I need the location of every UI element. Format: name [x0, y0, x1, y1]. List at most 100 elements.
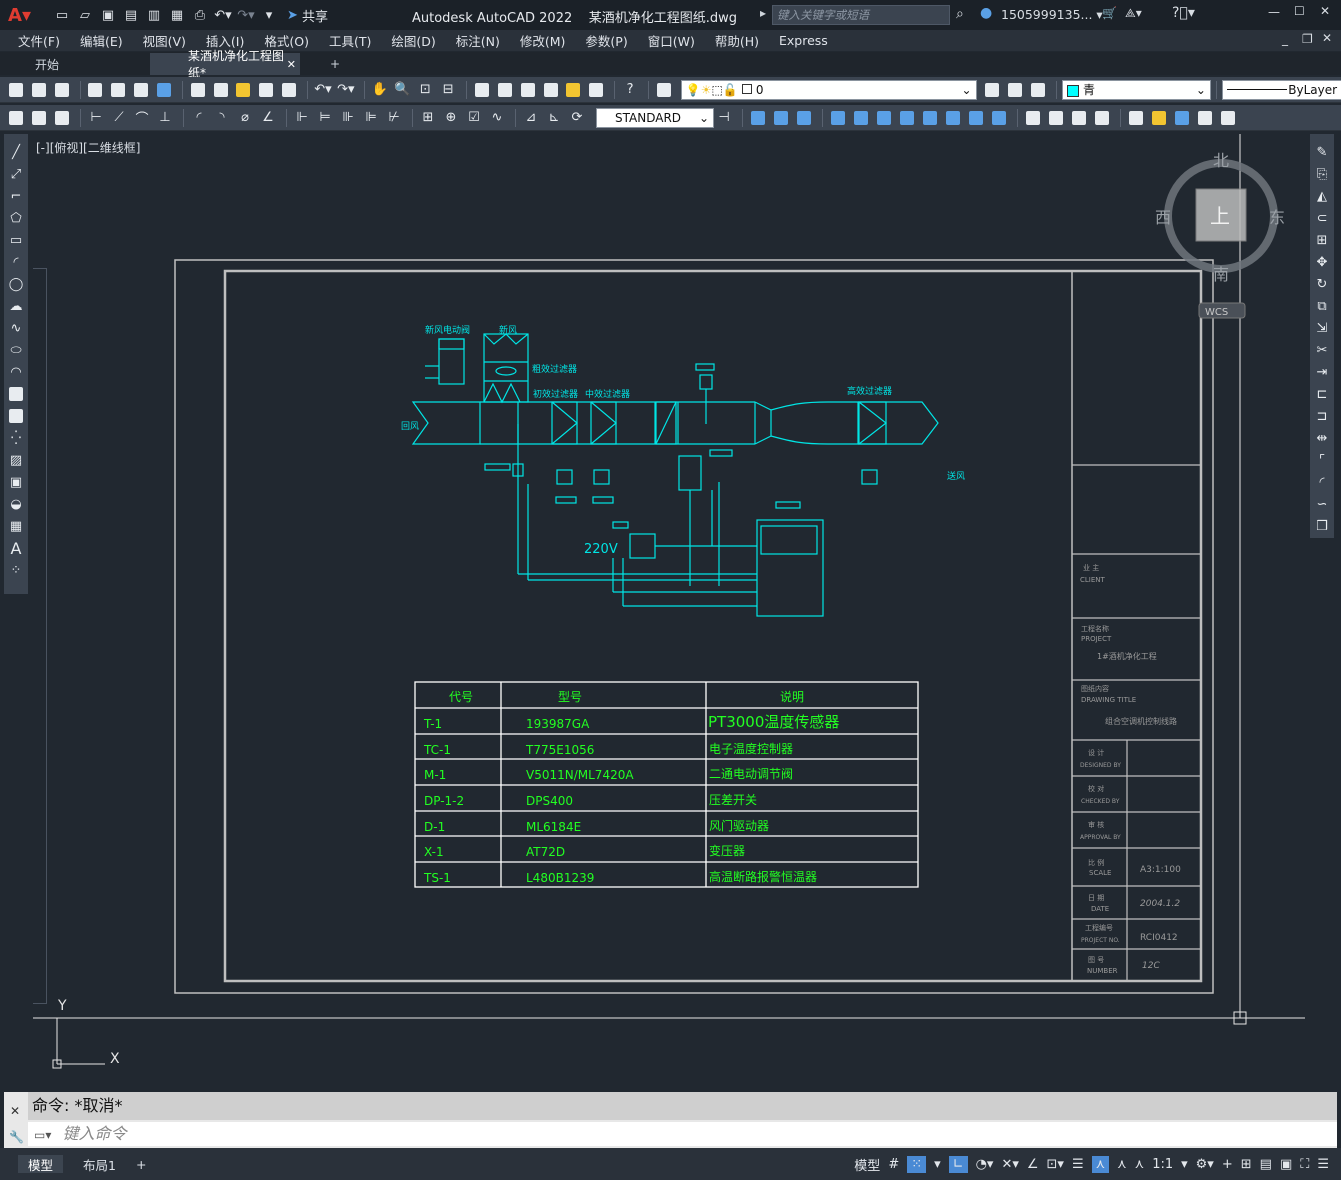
center-mark-icon[interactable]: ⊕: [441, 108, 461, 128]
add-selected-icon[interactable]: ⁘: [6, 560, 26, 580]
publish-icon[interactable]: [131, 80, 151, 100]
mtext-icon[interactable]: A: [6, 538, 26, 558]
line-icon[interactable]: ╱: [6, 142, 26, 162]
inspect-icon[interactable]: ☑: [464, 108, 484, 128]
gradient-icon[interactable]: ▣: [6, 472, 26, 492]
chevron-down-icon[interactable]: ▾: [934, 1157, 941, 1172]
new-tab-button[interactable]: +: [316, 53, 354, 75]
slice-icon[interactable]: [1172, 108, 1192, 128]
lineweight-icon[interactable]: ☰: [1072, 1157, 1084, 1172]
table-icon[interactable]: ▦: [6, 516, 26, 536]
angular-dim-icon[interactable]: ∠: [258, 108, 278, 128]
layer-states-icon[interactable]: [1028, 80, 1048, 100]
qnew-icon[interactable]: [6, 80, 26, 100]
redo-icon[interactable]: ↷▾: [236, 4, 256, 26]
ordinate-dim-icon[interactable]: ⊥: [155, 108, 175, 128]
menu-dimension[interactable]: 标注(N): [446, 31, 510, 50]
dimstyle-manager-icon[interactable]: ⊣: [714, 108, 734, 128]
model-space-toggle[interactable]: 模型: [854, 1155, 880, 1174]
move-icon[interactable]: ✥: [1312, 252, 1332, 272]
delete-faces-icon[interactable]: [897, 108, 917, 128]
spline-icon[interactable]: ∿: [6, 318, 26, 338]
quick-dim-icon[interactable]: ⊩: [292, 108, 312, 128]
ortho-icon[interactable]: ∟: [948, 1155, 968, 1173]
layer-tool-icon[interactable]: [52, 108, 72, 128]
insert-block-icon[interactable]: [6, 384, 26, 404]
drawing-canvas[interactable]: [-][俯视][二维线框] 业 主 CLIENT 工程名称 PROJECT 1#…: [33, 134, 1305, 1087]
annotation-scale-icon[interactable]: ⋏: [1135, 1157, 1145, 1172]
user-name[interactable]: 1505999135... ▾: [1001, 7, 1103, 22]
cut-icon[interactable]: [188, 80, 208, 100]
open-icon[interactable]: ▱: [75, 4, 95, 26]
pan-icon[interactable]: ✋: [370, 80, 390, 100]
union-icon[interactable]: [748, 108, 768, 128]
menu-express[interactable]: Express: [769, 33, 838, 48]
title-expand-icon[interactable]: ▸: [760, 6, 766, 20]
linear-dim-icon[interactable]: ⊢: [86, 108, 106, 128]
clean-icon[interactable]: [1046, 108, 1066, 128]
auto-scale-icon[interactable]: ⋏: [1117, 1157, 1127, 1172]
close-button[interactable]: ✕: [1320, 4, 1330, 18]
dimstyle-dropdown[interactable]: STANDARD ⌄: [596, 107, 714, 128]
design-center-icon[interactable]: [495, 80, 515, 100]
command-input[interactable]: ▭▾ 键入命令: [28, 1122, 1337, 1146]
menu-tools[interactable]: 工具(T): [319, 31, 381, 50]
tab-model[interactable]: 模型: [18, 1155, 64, 1173]
imprint-icon[interactable]: [1023, 108, 1043, 128]
cart-icon[interactable]: 🛒: [1102, 6, 1117, 20]
dim-edit-icon[interactable]: ⊿: [521, 108, 541, 128]
chamfer-icon[interactable]: ⌜: [1312, 450, 1332, 470]
tool-palettes-icon[interactable]: [518, 80, 538, 100]
annotation-visibility-icon[interactable]: ⋏: [1091, 1155, 1110, 1173]
mirror-icon[interactable]: ◭: [1312, 186, 1332, 206]
zoom-window-icon[interactable]: ⊡: [415, 80, 435, 100]
explode-icon[interactable]: ❒: [1312, 516, 1332, 536]
minimize-button[interactable]: —: [1268, 5, 1280, 19]
section-icon[interactable]: [1195, 108, 1215, 128]
baseline-dim-icon[interactable]: ⊨: [315, 108, 335, 128]
menu-draw[interactable]: 绘图(D): [381, 31, 445, 50]
arc-icon[interactable]: ◜: [6, 252, 26, 272]
circle-icon[interactable]: ◯: [6, 274, 26, 294]
offset-faces-icon[interactable]: [874, 108, 894, 128]
tab-close-icon[interactable]: ✕: [287, 58, 296, 71]
units-icon[interactable]: ⊞: [1241, 1157, 1252, 1172]
undo-icon[interactable]: ↶▾: [213, 4, 233, 26]
hardware-acceleration-icon[interactable]: ▣: [1280, 1157, 1292, 1172]
doc-close-button[interactable]: ✕: [1322, 31, 1332, 45]
extrude-faces-icon[interactable]: [828, 108, 848, 128]
help-tool-icon[interactable]: ?: [620, 80, 640, 100]
dim-update-icon[interactable]: ⟳: [567, 108, 587, 128]
separate-icon[interactable]: [1069, 108, 1089, 128]
break-icon[interactable]: ⊐: [1312, 406, 1332, 426]
plot-icon[interactable]: [86, 80, 106, 100]
copy-object-icon[interactable]: ⎘: [1312, 164, 1332, 184]
offset-icon[interactable]: ⊂: [1312, 208, 1332, 228]
color-faces-icon[interactable]: [989, 108, 1009, 128]
redo-tool-icon[interactable]: ↷▾: [336, 80, 356, 100]
copy-icon[interactable]: [211, 80, 231, 100]
menu-edit[interactable]: 编辑(E): [70, 31, 133, 50]
menu-parameter[interactable]: 参数(P): [575, 31, 637, 50]
search-input[interactable]: 键入关键字或短语: [772, 5, 950, 25]
jogged-linear-icon[interactable]: ∿: [487, 108, 507, 128]
paste-icon[interactable]: [234, 80, 254, 100]
doc-restore-button[interactable]: ❐: [1302, 32, 1313, 46]
menu-help[interactable]: 帮助(H): [705, 31, 769, 50]
properties-small-icon[interactable]: [6, 108, 26, 128]
search-icon[interactable]: ⌕: [956, 6, 964, 22]
polyline-icon[interactable]: ⌐: [6, 186, 26, 206]
polygon-icon[interactable]: ⬠: [6, 208, 26, 228]
open-file-icon[interactable]: [29, 80, 49, 100]
gear-icon[interactable]: ⚙▾: [1196, 1157, 1214, 1172]
polar-icon[interactable]: ◔▾: [976, 1157, 994, 1172]
zoom-previous-icon[interactable]: ⊟: [438, 80, 458, 100]
zoom-realtime-icon[interactable]: 🔍: [393, 80, 413, 100]
trim-icon[interactable]: ✂: [1312, 340, 1332, 360]
continue-dim-icon[interactable]: ⊪: [338, 108, 358, 128]
join-icon[interactable]: ⇹: [1312, 428, 1332, 448]
maximize-button[interactable]: ☐: [1294, 4, 1305, 18]
web-icon[interactable]: [154, 80, 174, 100]
annotation-scale-value[interactable]: 1:1: [1152, 1157, 1173, 1172]
grid-icon[interactable]: #: [888, 1157, 899, 1172]
